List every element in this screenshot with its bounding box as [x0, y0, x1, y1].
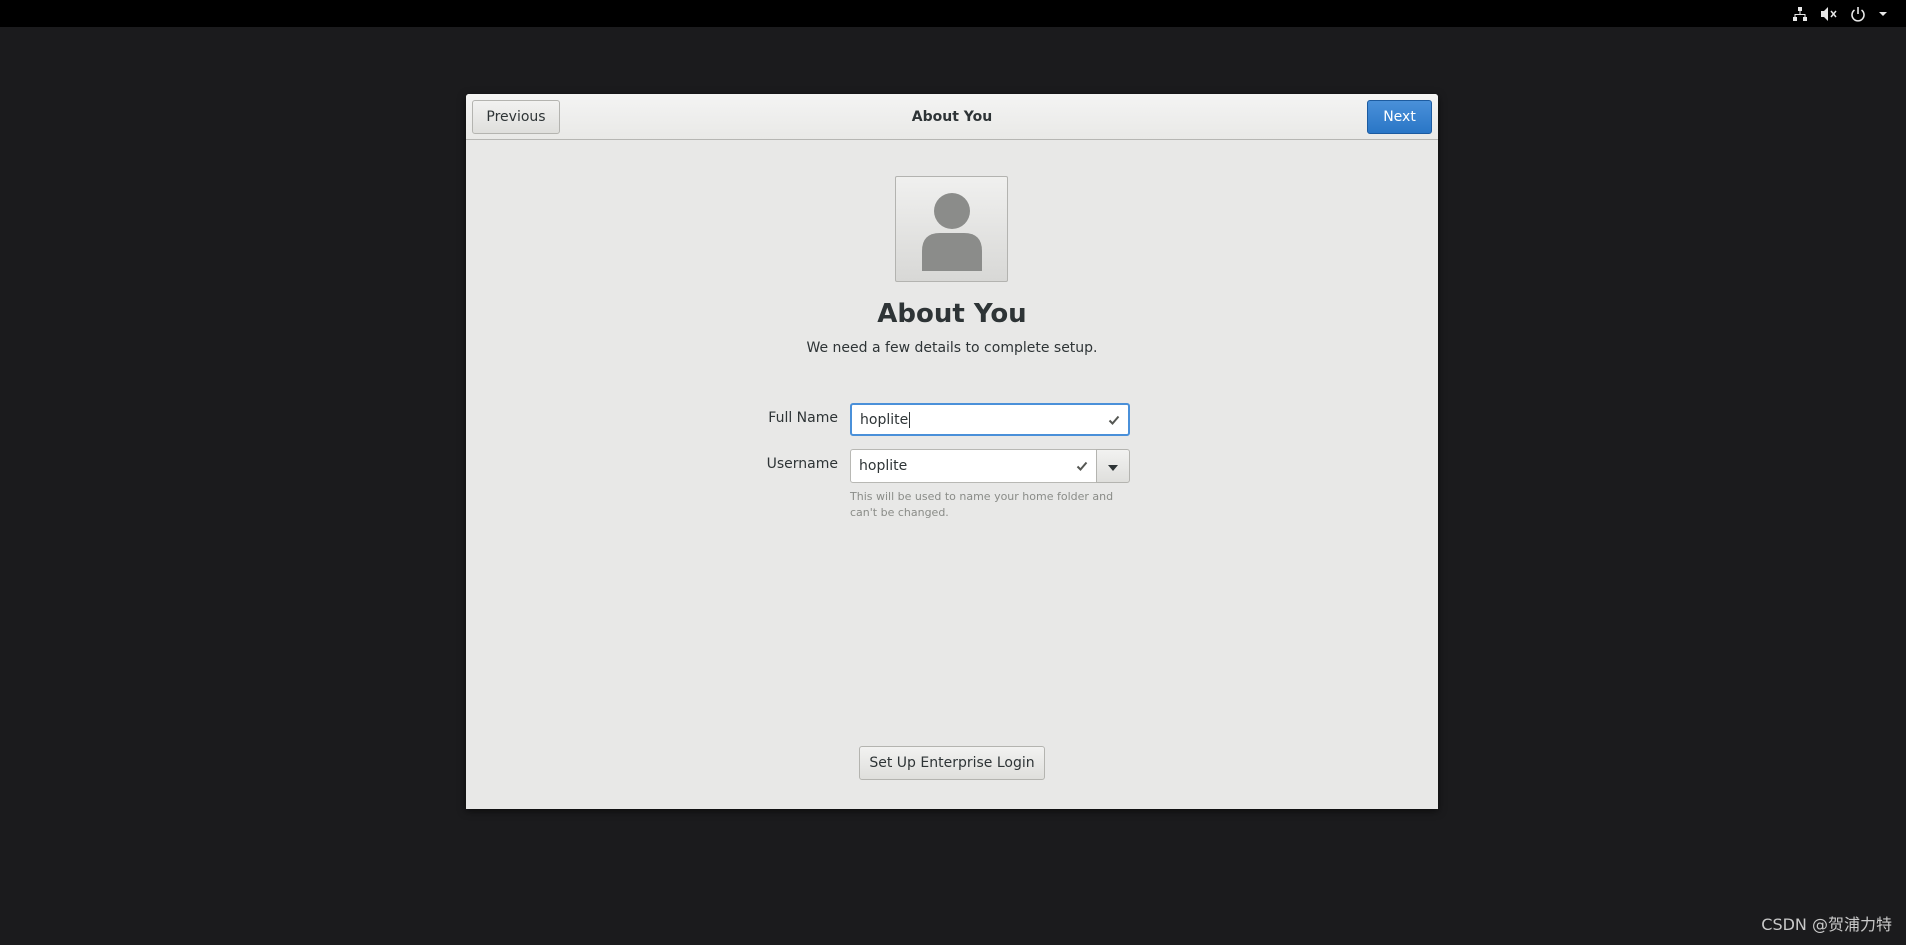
- username-label: Username: [766, 456, 838, 472]
- username-dropdown-button[interactable]: [1096, 449, 1130, 483]
- setup-window: Previous About You Next About You We nee…: [466, 94, 1438, 809]
- chevron-down-icon: [1107, 457, 1119, 476]
- page-title: About You: [877, 299, 1027, 329]
- page-subtitle: We need a few details to complete setup.: [806, 340, 1098, 356]
- checkmark-icon: [1076, 460, 1088, 472]
- fullname-label: Full Name: [768, 410, 838, 426]
- username-input[interactable]: hoplite: [850, 449, 1097, 483]
- text-cursor: [909, 411, 911, 428]
- username-hint: This will be used to name your home fold…: [850, 490, 1114, 519]
- avatar-button[interactable]: [895, 176, 1008, 282]
- window-title: About You: [911, 109, 993, 125]
- power-icon[interactable]: [1850, 6, 1866, 22]
- next-button[interactable]: Next: [1367, 100, 1432, 134]
- fullname-value: hoplite: [860, 411, 909, 428]
- fullname-input[interactable]: hoplite: [850, 403, 1130, 436]
- header-bar: Previous About You Next: [466, 94, 1438, 140]
- top-bar: [0, 0, 1906, 27]
- chevron-down-icon[interactable]: [1878, 6, 1888, 22]
- network-wired-icon[interactable]: [1792, 6, 1808, 22]
- checkmark-icon: [1108, 414, 1120, 426]
- audio-muted-icon[interactable]: [1820, 6, 1838, 22]
- system-tray[interactable]: [1792, 5, 1888, 23]
- username-value: hoplite: [859, 458, 908, 474]
- watermark: CSDN @贺浦力特: [1761, 915, 1892, 934]
- enterprise-login-button[interactable]: Set Up Enterprise Login: [859, 746, 1045, 780]
